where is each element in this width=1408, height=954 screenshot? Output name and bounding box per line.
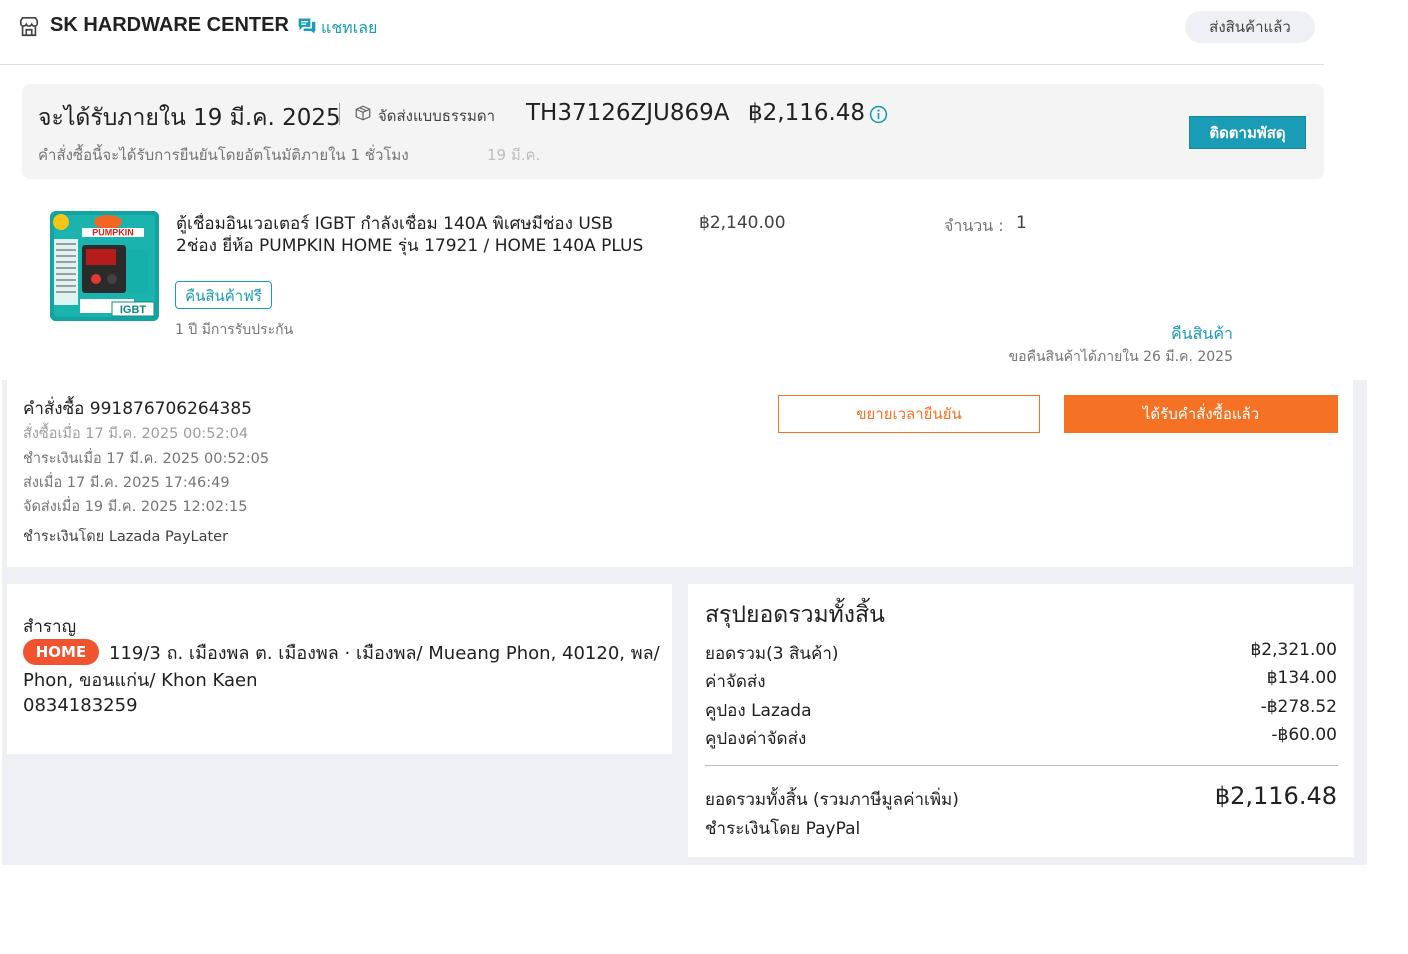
summary-title: สรุปยอดรวมทั้งสิ้น xyxy=(705,602,885,628)
store-icon xyxy=(19,17,39,37)
extend-confirmation-button[interactable]: ขยายเวลายืนยัน xyxy=(778,395,1040,433)
shipping-fee-label: ค่าจัดส่ง xyxy=(705,672,766,692)
lazada-voucher-label: คูปอง Lazada xyxy=(705,701,812,721)
order-number: คำสั่งซื้อ 991876706264385 xyxy=(23,399,252,419)
item-price: ฿2,140.00 xyxy=(699,213,786,233)
ordered-at: สั่งซื้อเมื่อ 17 มี.ค. 2025 00:52:04 xyxy=(23,426,249,442)
grand-total-label: ยอดรวมทั้งสิ้น (รวมภาษีมูลค่าเพิ่ม) xyxy=(705,790,959,810)
order-received-button[interactable]: ได้รับคำสั่งซื้อแล้ว xyxy=(1064,395,1338,433)
product-title[interactable]: ตู้เชื่อมอินเวอเตอร์ IGBT กำลังเชื่อม 14… xyxy=(176,213,676,257)
divider xyxy=(339,103,340,125)
paid-at: ชำระเงินเมื่อ 17 มี.ค. 2025 00:52:05 xyxy=(23,451,270,467)
product-title-line1: ตู้เชื่อมอินเวอเตอร์ IGBT กำลังเชื่อม 14… xyxy=(176,214,614,234)
shipping-box-icon xyxy=(355,105,371,121)
info-icon[interactable] xyxy=(869,105,888,124)
tracking-number: TH37126ZJU869A xyxy=(526,100,730,126)
warranty-text: 1 ปี มีการรับประกัน xyxy=(175,322,294,338)
product-image[interactable]: PUMPKIN IGBT xyxy=(50,211,159,321)
estimated-delivery: จะได้รับภายใน 19 มี.ค. 2025 xyxy=(38,105,341,131)
chat-icon[interactable] xyxy=(297,16,317,36)
free-return-badge: คืนสินค้าฟรี xyxy=(175,281,272,309)
delivery-amount: ฿2,116.48 xyxy=(748,100,866,126)
auto-confirm-date: 19 มี.ค. xyxy=(487,146,541,164)
summary-payment-method: ชำระเงินโดย PayPal xyxy=(705,819,861,839)
product-title-line2: 2ช่อง ยี่ห้อ PUMPKIN HOME รุ่น 17921 / H… xyxy=(176,236,644,256)
shipping-voucher-value: -฿60.00 xyxy=(1271,725,1337,745)
subtotal-label: ยอดรวม(3 สินค้า) xyxy=(705,644,839,664)
shipping-voucher-label: คูปองค่าจัดส่ง xyxy=(705,729,807,749)
track-package-button[interactable]: ติดตามพัสดุ xyxy=(1189,116,1306,149)
payment-method: ชำระเงินโดย Lazada PayLater xyxy=(23,529,229,545)
summary-divider xyxy=(705,765,1338,766)
shipping-method: จัดส่งแบบธรรมดา xyxy=(378,107,496,125)
auto-confirm-note: คำสั่งซื้อนี้จะได้รับการยืนยันโดยอัตโนมั… xyxy=(38,146,409,164)
recipient-phone: 0834183259 xyxy=(23,695,138,716)
recipient-name: สำราญ xyxy=(23,617,77,637)
lazada-voucher-value: -฿278.52 xyxy=(1260,697,1337,717)
product-image-brand: PUMPKIN xyxy=(92,228,134,238)
delivered-at: จัดส่งเมื่อ 19 มี.ค. 2025 12:02:15 xyxy=(23,499,248,515)
shipping-fee-value: ฿134.00 xyxy=(1266,668,1337,688)
order-status-badge: ส่งสินค้าแล้ว xyxy=(1185,11,1315,43)
return-item-link[interactable]: คืนสินค้า xyxy=(1120,322,1233,347)
grand-total-value: ฿2,116.48 xyxy=(1214,782,1337,810)
chat-now-link[interactable]: แชทเลย xyxy=(321,16,377,41)
return-deadline: ขอคืนสินค้าได้ภายใน 26 มี.ค. 2025 xyxy=(1008,349,1233,365)
quantity-label: จำนวน : xyxy=(944,216,1004,235)
shipped-at: ส่งเมื่อ 17 มี.ค. 2025 17:46:49 xyxy=(23,475,230,491)
shop-name[interactable]: SK HARDWARE CENTER xyxy=(50,14,289,37)
address-text: 119/3 ถ. เมืองพล ต. เมืองพล · เมืองพล/ M… xyxy=(23,643,660,691)
product-image-badge: IGBT xyxy=(120,304,147,316)
home-badge: HOME xyxy=(23,639,99,665)
quantity-value: 1 xyxy=(1016,213,1027,233)
subtotal-value: ฿2,321.00 xyxy=(1250,640,1337,660)
